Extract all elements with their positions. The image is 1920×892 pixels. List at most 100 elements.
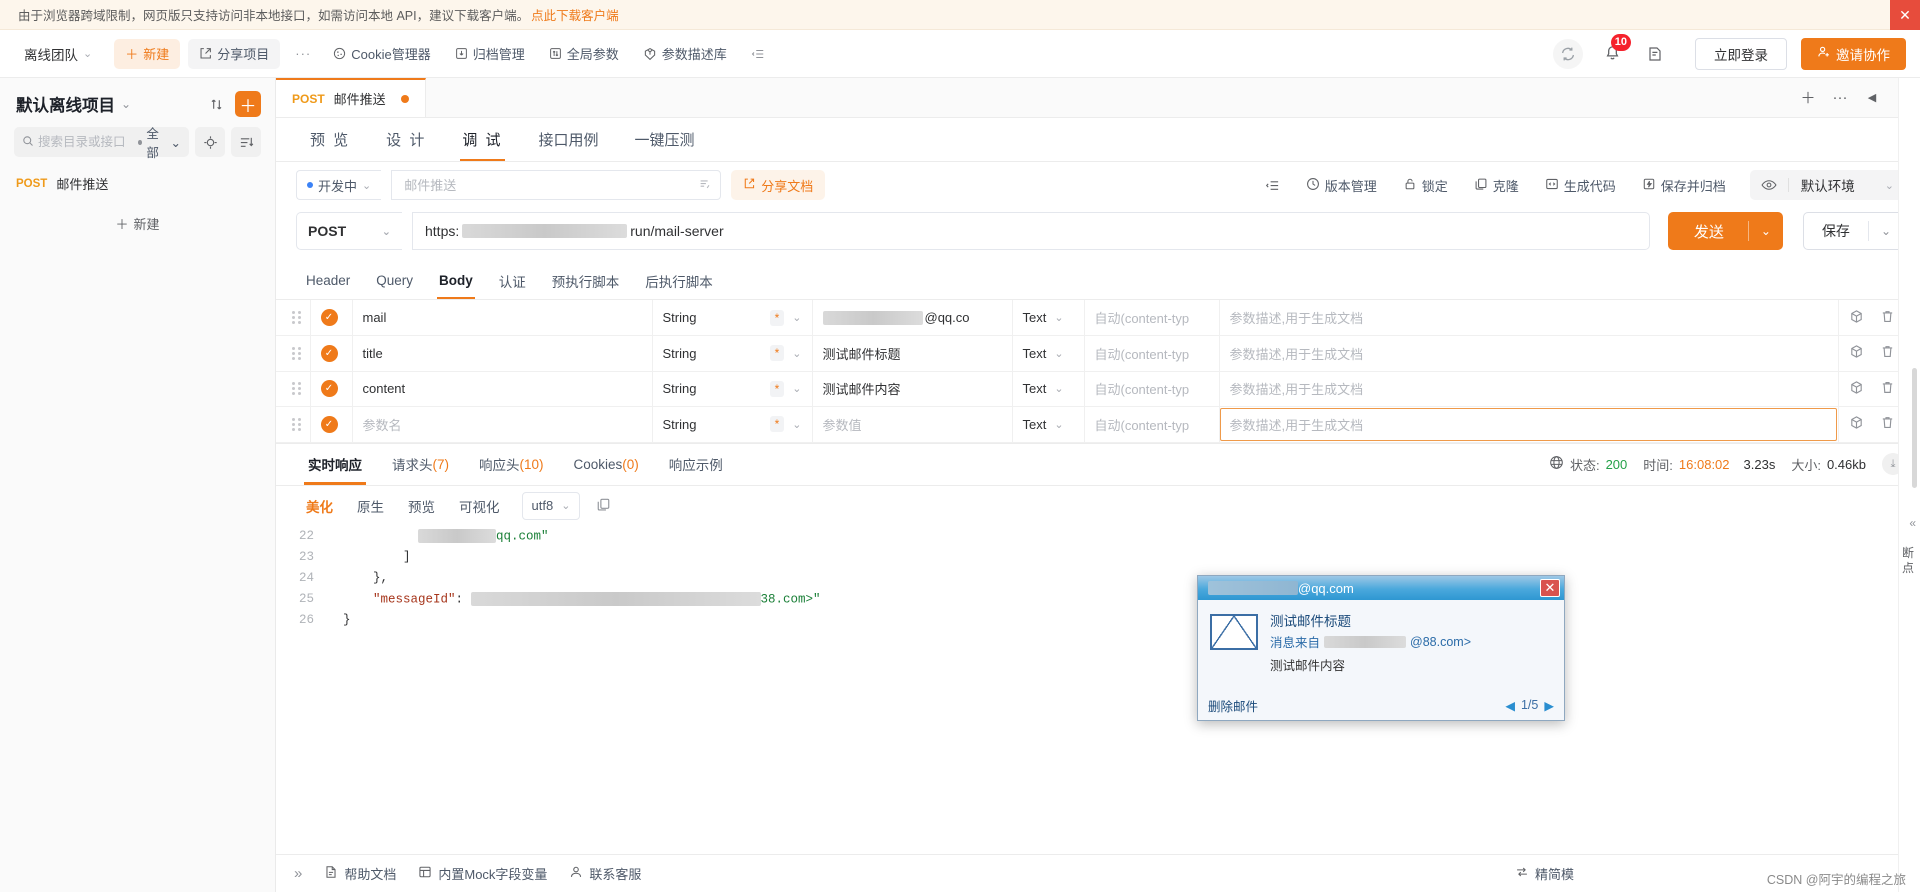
save-and-archive-button[interactable]: 保存并归档: [1634, 171, 1734, 199]
expand-panel-button[interactable]: »: [294, 865, 302, 882]
view-preview[interactable]: 预览: [398, 492, 445, 520]
param-name-cell[interactable]: title: [352, 335, 653, 372]
sidebar-new-button[interactable]: ＋ 新建: [16, 208, 259, 239]
tab-design[interactable]: 设 计: [372, 118, 440, 161]
param-lib-icon[interactable]: [1849, 309, 1864, 327]
scope-selector[interactable]: 全部 ⌄: [146, 123, 181, 161]
row-enabled-checkbox[interactable]: ✓: [310, 300, 353, 336]
response-body-code[interactable]: 22 qq.com" 23 ] 24 }, 25 "messageId": 38…: [276, 526, 1920, 855]
vertical-scrollbar[interactable]: [1912, 368, 1917, 488]
param-desc-cell[interactable]: 参数描述,用于生成文档: [1219, 371, 1839, 407]
share-project-button[interactable]: 分享项目: [188, 38, 281, 69]
request-url-input[interactable]: https: run/mail-server: [412, 212, 1650, 250]
name-menu-icon[interactable]: [698, 177, 712, 194]
table-row[interactable]: ✓ mail String * ⌄ @qq.co Text ⌄ 自动(conte…: [276, 300, 1920, 336]
param-format-cell[interactable]: Text ⌄: [1012, 300, 1085, 336]
login-button[interactable]: 立即登录: [1695, 37, 1787, 70]
tab-header[interactable]: Header: [296, 262, 360, 299]
copy-response-button[interactable]: [596, 497, 611, 515]
row-enabled-checkbox[interactable]: ✓: [310, 406, 353, 443]
restab-response-examples[interactable]: 响应示例: [657, 444, 735, 485]
clone-button[interactable]: 克隆: [1466, 171, 1527, 199]
api-status-selector[interactable]: 开发中 ⌄: [296, 170, 382, 200]
breakpoint-rail-label[interactable]: 断点: [1901, 546, 1915, 576]
tab-prev-button[interactable]: ◀: [1856, 78, 1888, 117]
row-drag-handle[interactable]: [276, 406, 311, 443]
view-pretty[interactable]: 美化: [296, 492, 343, 520]
collapse-toolbar-button[interactable]: [740, 39, 776, 69]
delete-row-icon[interactable]: [1880, 344, 1895, 362]
tab-more-button[interactable]: ···: [1824, 78, 1856, 117]
popup-next-button[interactable]: ▶: [1544, 698, 1554, 713]
tab-debug[interactable]: 调 试: [448, 118, 516, 161]
search-input[interactable]: [38, 135, 134, 149]
generate-code-button[interactable]: 生成代码: [1537, 171, 1624, 199]
add-tab-button[interactable]: ＋: [1792, 78, 1824, 117]
project-name[interactable]: 默认离线项目: [16, 92, 115, 116]
row-drag-handle[interactable]: [276, 335, 311, 372]
param-content-type-cell[interactable]: 自动(content-typ: [1084, 406, 1220, 443]
save-request-button[interactable]: 保存 ⌄: [1802, 212, 1904, 250]
share-doc-button[interactable]: 分享文档: [731, 170, 826, 200]
param-format-cell[interactable]: Text ⌄: [1012, 406, 1085, 443]
param-type-cell[interactable]: String * ⌄: [652, 371, 813, 407]
param-value-cell[interactable]: 测试邮件内容: [812, 371, 1013, 407]
more-menu-button[interactable]: ···: [286, 39, 320, 69]
param-type-cell[interactable]: String * ⌄: [652, 300, 813, 336]
lock-button[interactable]: 锁定: [1395, 171, 1456, 199]
view-visualize[interactable]: 可视化: [449, 492, 510, 520]
delete-row-icon[interactable]: [1880, 309, 1895, 327]
delete-row-icon[interactable]: [1880, 380, 1895, 398]
param-content-type-cell[interactable]: 自动(content-typ: [1084, 300, 1220, 336]
table-row[interactable]: ✓ content String * ⌄ 测试邮件内容 Text ⌄ 自动(co…: [276, 371, 1920, 407]
row-drag-handle[interactable]: [276, 371, 311, 407]
mail-notification-popup[interactable]: @qq.com ✕ 测试邮件标题 消息来自 @88.com> 测试邮件内容 删除…: [1197, 575, 1565, 721]
param-desc-cell[interactable]: 参数描述,用于生成文档: [1219, 335, 1839, 372]
document-tab-mail-push[interactable]: POST 邮件推送: [276, 78, 426, 117]
param-type-cell[interactable]: String * ⌄: [652, 335, 813, 372]
environment-name-wrap[interactable]: 默认环境 ⌄: [1789, 175, 1904, 195]
search-box[interactable]: 全部 ⌄: [14, 127, 189, 160]
tab-preview[interactable]: 预 览: [296, 118, 364, 161]
param-lib-icon[interactable]: [1849, 380, 1864, 398]
param-value-cell[interactable]: @qq.co: [812, 300, 1013, 336]
tab-query[interactable]: Query: [366, 262, 423, 299]
param-content-type-cell[interactable]: 自动(content-typ: [1084, 335, 1220, 372]
notes-button[interactable]: [1639, 39, 1671, 69]
contact-support-button[interactable]: 联系客服: [569, 864, 641, 883]
param-desc-cell[interactable]: 参数描述,用于生成文档: [1219, 406, 1839, 443]
popup-prev-button[interactable]: ◀: [1505, 698, 1515, 713]
sidebar-add-button[interactable]: ＋: [235, 91, 261, 117]
param-library-button[interactable]: 参数描述库: [632, 39, 738, 69]
import-export-button[interactable]: [203, 91, 229, 117]
tab-post-script[interactable]: 后执行脚本: [635, 262, 723, 299]
send-request-button[interactable]: 发送 ⌄: [1667, 212, 1783, 250]
sync-button[interactable]: [1553, 38, 1583, 69]
api-name-input[interactable]: [404, 177, 699, 193]
row-enabled-checkbox[interactable]: ✓: [310, 335, 353, 372]
delete-mail-link[interactable]: 删除邮件: [1208, 696, 1258, 715]
environment-selector[interactable]: 默认环境 ⌄: [1749, 170, 1904, 200]
param-value-cell[interactable]: 测试邮件标题: [812, 335, 1013, 372]
notice-close-button[interactable]: ✕: [1890, 0, 1920, 30]
param-desc-cell[interactable]: 参数描述,用于生成文档: [1219, 300, 1839, 336]
row-drag-handle[interactable]: [276, 300, 311, 336]
param-format-cell[interactable]: Text ⌄: [1012, 371, 1085, 407]
restab-response-headers[interactable]: 响应头 (10): [467, 444, 556, 485]
param-type-cell[interactable]: String * ⌄: [652, 406, 813, 443]
param-name-cell[interactable]: content: [352, 371, 653, 407]
param-lib-icon[interactable]: [1849, 415, 1864, 433]
tab-stress-test[interactable]: 一键压测: [621, 118, 709, 161]
global-params-button[interactable]: 全局参数: [538, 39, 630, 69]
table-row[interactable]: ✓ title String * ⌄ 测试邮件标题 Text ⌄ 自动(cont…: [276, 335, 1920, 372]
param-lib-icon[interactable]: [1849, 344, 1864, 362]
new-button[interactable]: ＋ 新建: [114, 38, 181, 69]
param-format-cell[interactable]: Text ⌄: [1012, 335, 1085, 372]
restab-realtime[interactable]: 实时响应: [296, 444, 374, 485]
param-value-cell[interactable]: 参数值: [812, 406, 1013, 443]
restab-request-headers[interactable]: 请求头 (7): [380, 444, 461, 485]
download-client-link[interactable]: 点此下载客户端: [531, 5, 619, 24]
notifications-button[interactable]: 10: [1595, 33, 1631, 69]
tab-body[interactable]: Body: [429, 262, 483, 299]
row-enabled-checkbox[interactable]: ✓: [310, 371, 353, 407]
